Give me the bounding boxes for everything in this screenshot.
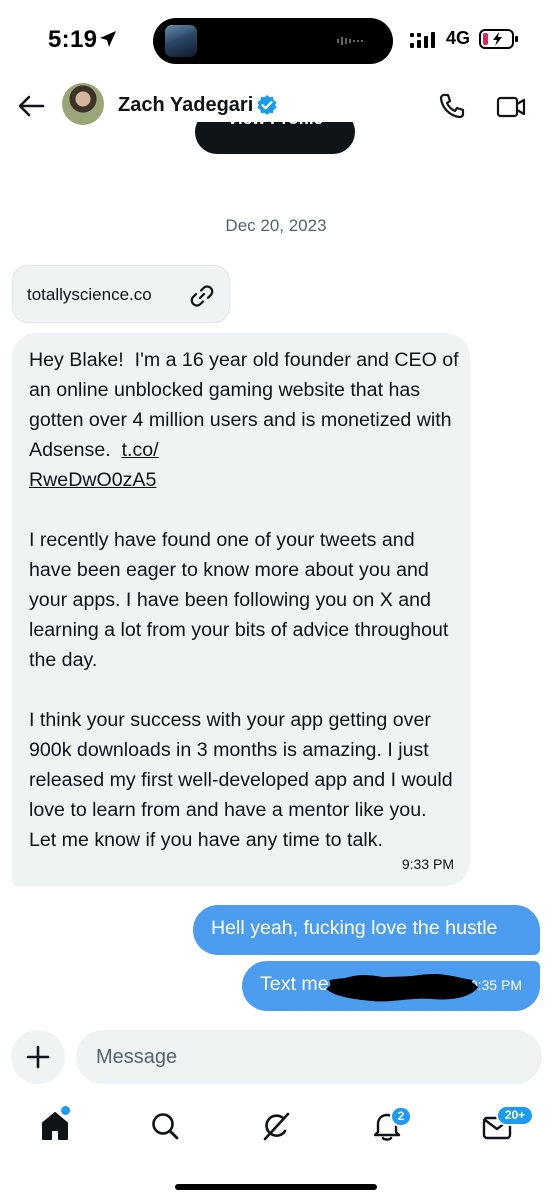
- link-preview-card[interactable]: totallyscience.co: [12, 265, 230, 323]
- avatar[interactable]: [62, 83, 104, 125]
- home-indicator: [175, 1184, 377, 1190]
- search-icon[interactable]: [150, 1110, 180, 1142]
- add-attachment-button[interactable]: [11, 1030, 65, 1084]
- messages-badge: 20+: [496, 1105, 534, 1126]
- now-playing-artwork: [165, 25, 197, 57]
- video-icon[interactable]: [496, 94, 526, 120]
- message-timestamp: 9:33 PM: [401, 856, 454, 872]
- signal-icon: [410, 32, 435, 48]
- dynamic-island[interactable]: [153, 18, 393, 64]
- verified-icon: [257, 95, 277, 115]
- message-text-part: Hey Blake! I'm a 16 year old founder and…: [29, 349, 465, 461]
- notifications-badge: 2: [390, 1106, 412, 1127]
- battery-charging-icon: [479, 29, 518, 49]
- date-separator: Dec 20, 2023: [225, 216, 327, 235]
- incoming-message-bubble[interactable]: Hey Blake! I'm a 16 year old founder and…: [12, 333, 470, 886]
- location-arrow-icon: [100, 31, 116, 47]
- status-time: 5:19: [48, 26, 98, 53]
- plus-icon: [26, 1045, 50, 1069]
- home-notification-dot: [59, 1104, 72, 1117]
- message-text-part: I recently have found one of your tweets…: [29, 529, 453, 851]
- outgoing-message-text: Hell yeah, fucking love the hustle: [211, 917, 498, 939]
- outgoing-message-bubble[interactable]: Hell yeah, fucking love the hustle: [193, 905, 540, 955]
- message-input[interactable]: [76, 1030, 542, 1084]
- phone-icon[interactable]: [438, 92, 466, 120]
- redaction-scribble: [326, 974, 478, 1002]
- back-arrow-icon[interactable]: [16, 92, 46, 120]
- link-preview-text: totallyscience.co: [27, 285, 152, 304]
- network-type: 4G: [446, 28, 471, 48]
- outgoing-message-bubble[interactable]: Text me 10:35 PM: [242, 961, 540, 1011]
- contact-name[interactable]: Zach Yadegari: [118, 94, 253, 117]
- grok-icon[interactable]: [261, 1110, 291, 1142]
- audio-waveform-icon: [337, 37, 363, 45]
- incoming-message-text: Hey Blake! I'm a 16 year old founder and…: [29, 345, 459, 855]
- link-icon: [190, 285, 214, 307]
- outgoing-message-text: Text me: [260, 973, 329, 995]
